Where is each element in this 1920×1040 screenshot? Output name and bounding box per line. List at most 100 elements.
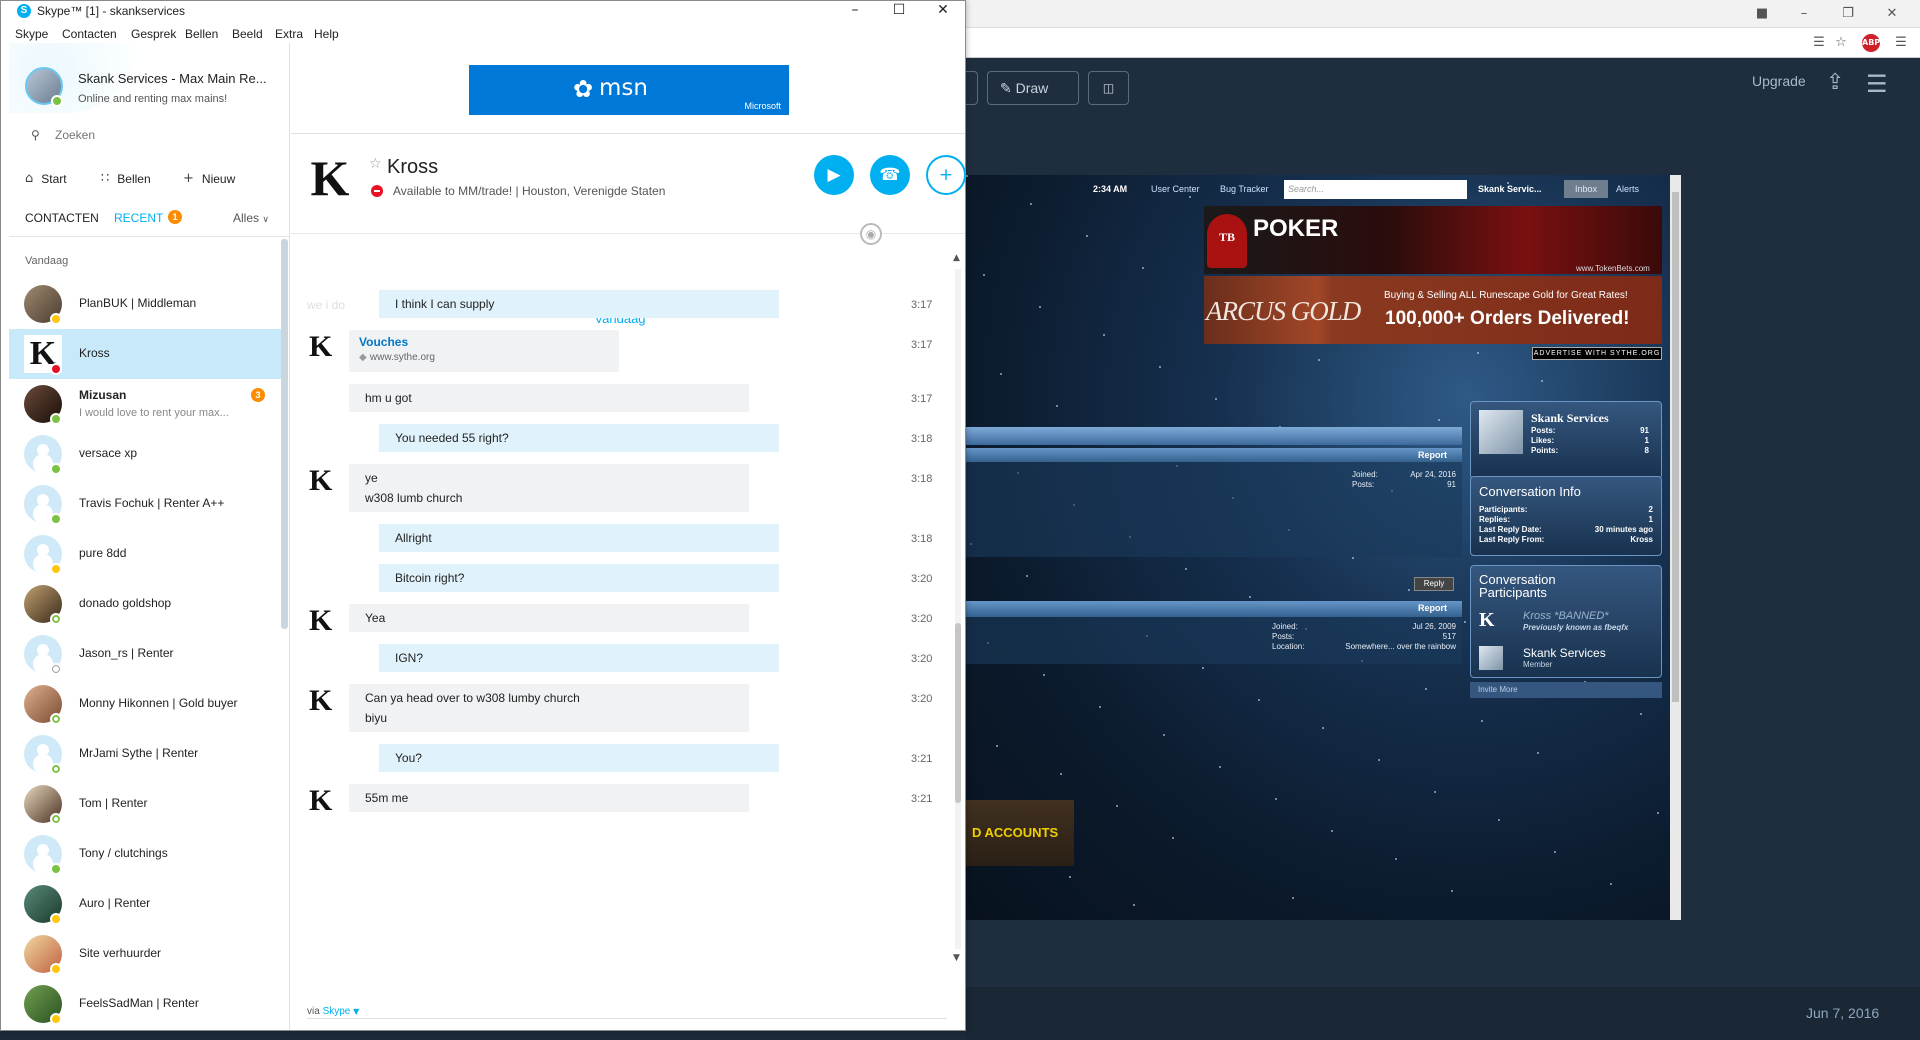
nieuw-button[interactable]: + Nieuw [183,171,235,186]
caret-down-icon: ▼ [353,1007,360,1016]
close-icon[interactable]: ✕ [1878,4,1906,24]
contact-item[interactable]: FeelsSadMan | Renter [9,979,281,1029]
star-decoration [1069,876,1071,878]
menu-skype[interactable]: Skype [15,27,48,41]
outgoing-message[interactable]: You? 3:21 [291,744,949,774]
menu-beeld[interactable]: Beeld [232,27,263,41]
message-text: w308 lumb church [365,491,463,505]
bookmark-star-icon[interactable]: ☆ [1832,34,1850,52]
star-decoration [1541,380,1543,382]
close-icon[interactable]: ✕ [923,1,963,21]
viewer-tool-button[interactable] [966,71,978,105]
message-text: 55m me [365,791,409,805]
draw-button[interactable]: ✎ Draw [987,71,1079,105]
chat-scrollbar[interactable]: ▲ ▼ [951,253,965,963]
my-name[interactable]: Skank Services - Max Main Re... [78,71,267,86]
contact-item[interactable]: Mizusan I would love to rent your max... 3 [9,379,281,429]
sender-avatar[interactable]: K [309,686,341,716]
contact-avatar[interactable]: K [303,151,357,205]
contact-name[interactable]: Kross [387,156,438,179]
link-preview-title[interactable]: Vouches [359,334,603,350]
globe-icon[interactable]: ◉ [860,223,882,245]
tab-recent[interactable]: RECENT [114,211,163,225]
profile-icon[interactable]: ■ [1748,4,1776,24]
add-participant-button[interactable]: + [926,155,965,195]
start-button[interactable]: ⌂ Start [25,171,67,186]
tab-contacten[interactable]: CONTACTEN [25,211,99,225]
address-bar[interactable] [966,28,1920,58]
incoming-message[interactable]: Kye w308 lumb church 3:18 [291,464,949,514]
incoming-message[interactable]: K Yea 3:20 [291,604,949,636]
contact-item[interactable]: MrJami Sythe | Renter [9,729,281,779]
sender-avatar[interactable]: K [309,332,341,362]
menu-help[interactable]: Help [314,27,339,41]
favorite-star-icon[interactable]: ☆ [369,156,382,172]
bellen-button[interactable]: ∷ Bellen [101,171,151,186]
contact-item[interactable]: Travis Fochuk | Renter A++ [9,479,281,529]
scroll-down-icon[interactable]: ▼ [953,953,960,963]
upgrade-link[interactable]: Upgrade [1752,73,1806,89]
sender-avatar[interactable]: K [309,786,341,816]
incoming-message[interactable]: K Vouches ◆ www.sythe.org 3:17 [291,330,949,374]
contact-item[interactable]: versace xp [9,429,281,479]
maximize-icon[interactable]: ☐ [879,1,919,21]
menu-contacten[interactable]: Contacten [62,27,117,41]
scroll-track[interactable] [955,269,961,949]
contact-item[interactable]: Jason_rs | Renter [9,629,281,679]
outgoing-message[interactable]: IGN? 3:20 [291,644,949,674]
link-preview-url[interactable]: ◆ www.sythe.org [359,350,603,366]
status-offline-icon [50,713,62,725]
video-call-button[interactable]: ▶ [814,155,854,195]
incoming-message[interactable]: K 55m me 3:21 [291,784,949,816]
hamburger-menu-icon[interactable]: ☰ [1866,70,1888,98]
my-mood[interactable]: Online and renting max mains! [78,93,227,105]
participant-sub: Member [1523,660,1553,669]
outgoing-message[interactable]: Bitcoin right? 3:20 [291,564,949,594]
incoming-message[interactable]: hm u got 3:17 [291,384,949,414]
contact-item[interactable]: Tony / clutchings [9,829,281,879]
contact-item[interactable]: Site verhuurder [9,929,281,979]
menu-extra[interactable]: Extra [275,27,303,41]
chrome-menu-icon[interactable]: ☰ [1892,34,1910,52]
my-status-online-icon[interactable] [51,95,63,107]
contact-item[interactable]: donado goldshop [9,579,281,629]
minimize-icon[interactable]: – [835,1,875,21]
contacts-scrollbar[interactable] [281,239,288,629]
gold-tagline: Buying & Selling ALL Runescape Gold for … [1384,290,1628,301]
sender-avatar[interactable]: K [309,466,341,496]
last-date-label: Last Reply Date: [1479,525,1542,534]
menu-gesprek[interactable]: Gesprek [131,27,176,41]
outgoing-message[interactable]: Allright 3:18 [291,524,949,554]
contact-item[interactable]: pure 8dd [9,529,281,579]
adblock-icon[interactable]: ABP [1862,34,1880,52]
minimize-icon[interactable]: – [1790,4,1818,24]
sender-avatar[interactable]: K [309,606,341,636]
star-decoration [1116,805,1118,807]
message-text: Allright [395,531,432,545]
translate-icon[interactable]: ☰ [1810,34,1828,52]
contact-item[interactable]: Auro | Renter [9,879,281,929]
menu-bellen[interactable]: Bellen [185,27,218,41]
status-away-icon [50,313,62,325]
contact-item[interactable]: PlanBUK | Middleman [9,279,281,329]
incoming-message[interactable]: K Can ya head over to w308 lumby church bi… [291,684,949,734]
via-service[interactable]: Skype [323,1006,351,1017]
advertise-banner: ADVERTISE WITH SYTHE.ORG [1532,347,1662,360]
delete-button[interactable]: ◫ [1088,71,1129,105]
outgoing-message[interactable]: You needed 55 right? 3:18 [291,424,949,454]
outgoing-message[interactable]: I think I can supply 3:17 [291,290,949,320]
filter-dropdown[interactable]: Alles ∨ [233,211,269,225]
contact-item[interactable]: Tom | Renter [9,779,281,829]
upload-icon[interactable]: ⇪ [1826,70,1844,95]
voice-call-button[interactable]: ☎ [870,155,910,195]
likes-label: Likes: [1531,436,1555,445]
restore-icon[interactable]: ❐ [1834,4,1862,24]
msn-ad-banner[interactable]: ✿ msn Microsoft [469,65,789,115]
contact-item[interactable]: K Kross [9,329,281,379]
via-selector[interactable]: via Skype ▼ [307,1006,359,1017]
contact-item[interactable]: Monny Hikonnen | Gold buyer [9,679,281,729]
scroll-up-icon[interactable]: ▲ [953,253,960,263]
search-box[interactable]: ⚲ [25,126,275,146]
search-input[interactable] [55,128,255,142]
scroll-thumb[interactable] [955,623,961,803]
